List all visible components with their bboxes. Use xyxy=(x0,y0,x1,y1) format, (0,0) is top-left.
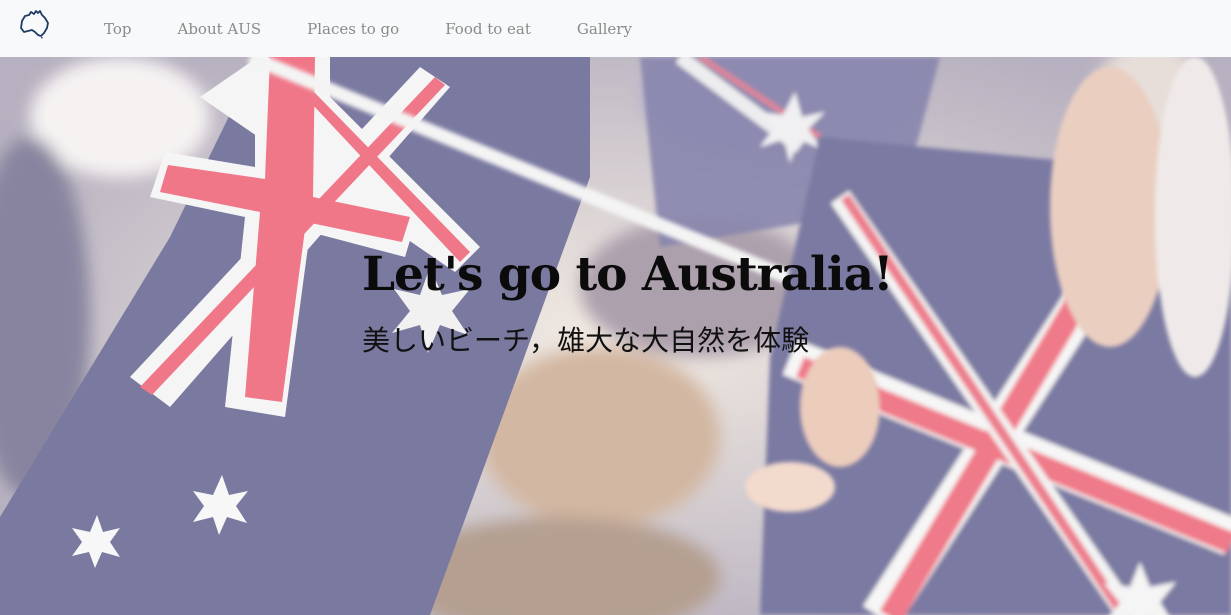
hero-subtitle: 美しいビーチ，雄大な大自然を体験 xyxy=(362,324,810,357)
nav-link-food-to-eat[interactable]: Food to eat xyxy=(427,20,549,38)
navbar: Top About AUS Places to go Food to eat G… xyxy=(0,0,1231,57)
hero-section: Let's go to Australia! 美しいビーチ，雄大な大自然を体験 xyxy=(0,57,1231,615)
australia-map-icon[interactable] xyxy=(19,9,51,39)
nav-link-top[interactable]: Top xyxy=(86,20,149,38)
nav-links: Top About AUS Places to go Food to eat G… xyxy=(86,0,660,57)
nav-link-about-aus[interactable]: About AUS xyxy=(159,20,279,38)
hero-text: Let's go to Australia! 美しいビーチ，雄大な大自然を体験 xyxy=(362,245,922,361)
hero-title: Let's go to Australia! xyxy=(362,247,894,302)
nav-link-places-to-go[interactable]: Places to go xyxy=(289,20,417,38)
nav-link-gallery[interactable]: Gallery xyxy=(559,20,650,38)
